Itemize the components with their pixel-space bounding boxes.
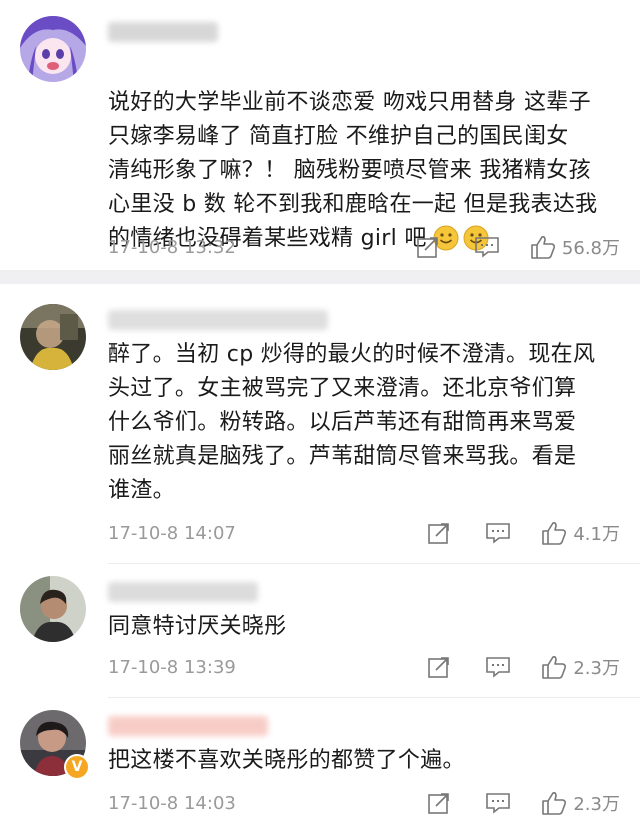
like-count: 56.8万 xyxy=(561,238,620,259)
verified-badge-icon: V xyxy=(64,754,90,780)
comment-time: 17-10-8 13:39 xyxy=(108,656,236,678)
avatar[interactable] xyxy=(20,16,86,82)
comment-icon xyxy=(486,523,511,544)
comment-icon xyxy=(486,657,511,678)
comment-item: 同意特讨厌关晓彤 17-10-8 13:39 2.3万 xyxy=(0,564,640,698)
comment-meta: 17-10-8 14:07 4.1万 xyxy=(108,518,620,548)
comment-button[interactable] xyxy=(485,521,511,545)
share-icon xyxy=(428,523,450,544)
comment-item: 醉了。当初 cp 炒得的最火的时候不澄清。现在风 头过了。女主被骂完了又来澄清。… xyxy=(0,284,640,564)
like-button[interactable]: 2.3万 xyxy=(541,790,620,816)
comment-text: 醉了。当初 cp 炒得的最火的时候不澄清。现在风 头过了。女主被骂完了又来澄清。… xyxy=(108,342,596,503)
comment-time: 17-10-8 14:03 xyxy=(108,792,236,814)
comment-meta: 17-10-8 14:03 2.3万 xyxy=(108,788,620,818)
comment-item: 说好的大学毕业前不谈恋爱 吻戏只用替身 这辈子 只嫁李易峰了 简直打脸 不维护自… xyxy=(0,0,640,270)
comment-button[interactable] xyxy=(474,235,500,259)
username-blurred[interactable] xyxy=(108,310,328,330)
comment-button[interactable] xyxy=(485,791,511,815)
like-button[interactable]: 2.3万 xyxy=(541,654,620,680)
comment-meta: 17-10-8 13:32 56.8万 xyxy=(108,232,620,262)
comment-time: 17-10-8 13:32 xyxy=(108,236,236,258)
share-icon xyxy=(428,793,450,814)
like-button[interactable]: 4.1万 xyxy=(541,520,620,546)
comment-text: 同意特讨厌关晓彤 xyxy=(108,614,287,639)
username-blurred[interactable] xyxy=(108,22,218,42)
share-icon xyxy=(417,237,438,258)
comment-time: 17-10-8 14:07 xyxy=(108,522,236,544)
comment-text: 说好的大学毕业前不谈恋爱 吻戏只用替身 这辈子 只嫁李易峰了 简直打脸 不维护自… xyxy=(108,52,628,262)
like-count: 2.3万 xyxy=(573,658,620,679)
section-divider xyxy=(0,270,640,284)
like-icon xyxy=(531,236,555,259)
comment-item: V 把这楼不喜欢关晓彤的都赞了个遍。 17-10-8 14:03 2.3万 xyxy=(0,698,640,836)
share-button[interactable] xyxy=(427,521,451,545)
comment-icon xyxy=(475,237,499,258)
like-icon xyxy=(542,522,567,545)
share-button[interactable] xyxy=(427,791,451,815)
like-count: 2.3万 xyxy=(573,794,620,815)
like-count: 4.1万 xyxy=(573,524,620,545)
like-icon xyxy=(542,792,567,815)
comment-text: 把这楼不喜欢关晓彤的都赞了个遍。 xyxy=(108,748,465,773)
share-button[interactable] xyxy=(416,235,440,259)
like-icon xyxy=(542,656,567,679)
comment-button[interactable] xyxy=(485,655,511,679)
like-button[interactable]: 56.8万 xyxy=(530,234,620,260)
avatar[interactable] xyxy=(20,304,86,370)
avatar[interactable] xyxy=(20,576,86,642)
username-blurred[interactable] xyxy=(108,716,268,736)
share-icon xyxy=(428,657,450,678)
comment-icon xyxy=(486,793,511,814)
comment-meta: 17-10-8 13:39 2.3万 xyxy=(108,652,620,682)
share-button[interactable] xyxy=(427,655,451,679)
username-blurred[interactable] xyxy=(108,582,258,602)
